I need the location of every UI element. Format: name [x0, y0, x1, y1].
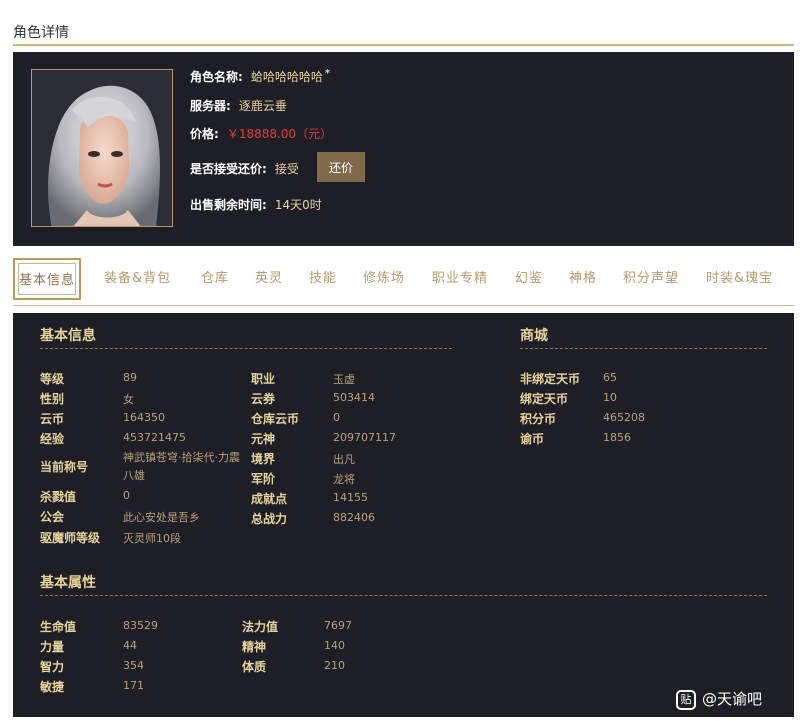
primordial-spirit-label: 元神 — [251, 432, 276, 446]
military-rank-label: 军阶 — [251, 472, 276, 486]
watermark: 贴 @天谕吧 — [676, 688, 762, 710]
basic-info-heading: 基本信息 — [40, 328, 96, 344]
bargain-row: 是否接受还价: 接受 — [190, 160, 299, 177]
spirit-label: 精神 — [242, 640, 267, 654]
portrait-image — [32, 70, 172, 226]
current-title-label: 当前称号 — [40, 460, 89, 474]
level-value: 89 — [123, 371, 137, 384]
character-summary-panel: 角色名称: 蛤哈哈哈哈哈 * 服务器: 逐鹿云垂 价格: ￥18888.00（元） 是否… — [13, 52, 794, 246]
basic-info-divider — [40, 348, 452, 349]
achievement-points-value: 14155 — [333, 491, 368, 504]
constitution-label: 体质 — [242, 660, 267, 674]
warehouse-coin-label: 仓库云币 — [251, 412, 300, 426]
realm-value: 出凡 — [333, 453, 355, 466]
remaining-time-value: 14天0时 — [274, 198, 322, 212]
constitution-value: 210 — [324, 659, 345, 672]
kill-value-value: 0 — [123, 489, 130, 502]
hp-label: 生命值 — [40, 620, 77, 634]
tab-points-reputation[interactable]: 积分声望 — [623, 258, 679, 300]
character-portrait — [31, 69, 173, 227]
exorcist-level-value: 灭灵师10段 — [123, 532, 181, 545]
strength-label: 力量 — [40, 640, 65, 654]
tabs-divider — [13, 305, 794, 306]
cloud-voucher-value: 503414 — [333, 391, 375, 404]
current-title-value: 神武镇苍穹·拾柒代·力震八雄 — [123, 451, 240, 482]
cloud-coin-label: 云币 — [40, 412, 65, 426]
mall-divider — [520, 348, 767, 349]
experience-value: 453721475 — [123, 431, 186, 444]
cloud-voucher-label: 云券 — [251, 392, 276, 406]
tab-equipment-bag[interactable]: 装备&背包 — [104, 258, 171, 300]
bound-sky-coin-label: 绑定天币 — [520, 392, 569, 406]
kill-value-label: 杀戮值 — [40, 490, 77, 504]
warehouse-coin-value: 0 — [333, 411, 340, 424]
bound-sky-coin-value: 10 — [603, 391, 617, 404]
character-name: 蛤哈哈哈哈哈 — [250, 70, 323, 84]
level-label: 等级 — [40, 372, 65, 386]
mall-heading: 商城 — [520, 328, 548, 344]
gender-value: 女 — [123, 393, 134, 406]
tab-specialization[interactable]: 职业专精 — [432, 258, 488, 300]
price-value: ￥18888.00（元） — [226, 127, 333, 141]
mp-value: 7697 — [324, 619, 352, 632]
price-label: 价格: — [190, 127, 219, 141]
class-value: 玉虚 — [333, 373, 355, 386]
tab-training-ground[interactable]: 修炼场 — [363, 258, 405, 300]
experience-label: 经验 — [40, 432, 65, 446]
achievement-points-label: 成就点 — [251, 492, 288, 506]
intelligence-label: 智力 — [40, 660, 65, 674]
watermark-text: @天谕吧 — [702, 690, 763, 708]
basic-info-panel: 基本信息 商城 等级 89 性别 女 云币 164350 经验 45372147… — [13, 313, 794, 717]
intelligence-value: 354 — [123, 659, 144, 672]
total-power-value: 882406 — [333, 511, 375, 524]
unbound-sky-coin-value: 65 — [603, 371, 617, 384]
counter-offer-button[interactable]: 还价 — [317, 152, 365, 182]
agility-label: 敏捷 — [40, 680, 65, 694]
class-label: 职业 — [251, 372, 276, 386]
title-divider — [13, 44, 794, 46]
attributes-heading: 基本属性 — [40, 575, 96, 591]
tab-illusion[interactable]: 幻鉴 — [515, 258, 543, 300]
tieba-icon: 贴 — [676, 689, 696, 710]
unbound-sky-coin-label: 非绑定天币 — [520, 372, 581, 386]
server-row: 服务器: 逐鹿云垂 — [190, 97, 287, 114]
tab-basic-info[interactable]: 基本信息 — [13, 258, 82, 300]
yu-coin-label: 谕币 — [520, 432, 545, 446]
tab-divinity[interactable]: 神格 — [569, 258, 597, 300]
character-name-label: 角色名称: — [190, 70, 243, 84]
detail-tabs: 基本信息 装备&背包 仓库 英灵 技能 修炼场 职业专精 幻鉴 神格 积分声望 … — [13, 258, 794, 306]
exorcist-level-label: 驱魔师等级 — [40, 531, 101, 545]
spirit-value: 140 — [324, 639, 345, 652]
price-row: 价格: ￥18888.00（元） — [190, 125, 332, 142]
bargain-label: 是否接受还价: — [190, 162, 267, 176]
realm-label: 境界 — [251, 452, 276, 466]
tab-warehouse[interactable]: 仓库 — [201, 258, 229, 300]
page-title: 角色详情 — [13, 25, 69, 41]
military-rank-value: 龙将 — [333, 473, 355, 486]
hp-value: 83529 — [123, 619, 158, 632]
mp-label: 法力值 — [242, 620, 279, 634]
character-name-row: 角色名称: 蛤哈哈哈哈哈 * — [190, 68, 330, 85]
tab-spirits[interactable]: 英灵 — [255, 258, 283, 300]
agility-value: 171 — [123, 679, 144, 692]
cloud-coin-value: 164350 — [123, 411, 165, 424]
primordial-spirit-value: 209707117 — [333, 431, 396, 444]
tab-fashion-treasure[interactable]: 时装&瑰宝 — [706, 258, 773, 300]
remaining-time-label: 出售剩余时间: — [190, 198, 267, 212]
guild-value: 此心安处是吾乡 — [123, 511, 200, 524]
guild-label: 公会 — [40, 510, 65, 524]
attributes-divider — [40, 595, 767, 596]
server-value: 逐鹿云垂 — [238, 99, 287, 113]
total-power-label: 总战力 — [251, 512, 288, 526]
strength-value: 44 — [123, 639, 137, 652]
server-label: 服务器: — [190, 99, 231, 113]
points-coin-label: 积分币 — [520, 412, 557, 426]
marker-asterisk: * — [324, 68, 331, 79]
bargain-value: 接受 — [274, 162, 299, 176]
tab-skills[interactable]: 技能 — [309, 258, 337, 300]
remaining-time-row: 出售剩余时间: 14天0时 — [190, 196, 322, 213]
points-coin-value: 465208 — [603, 411, 645, 424]
gender-label: 性别 — [40, 392, 65, 406]
yu-coin-value: 1856 — [603, 431, 631, 444]
